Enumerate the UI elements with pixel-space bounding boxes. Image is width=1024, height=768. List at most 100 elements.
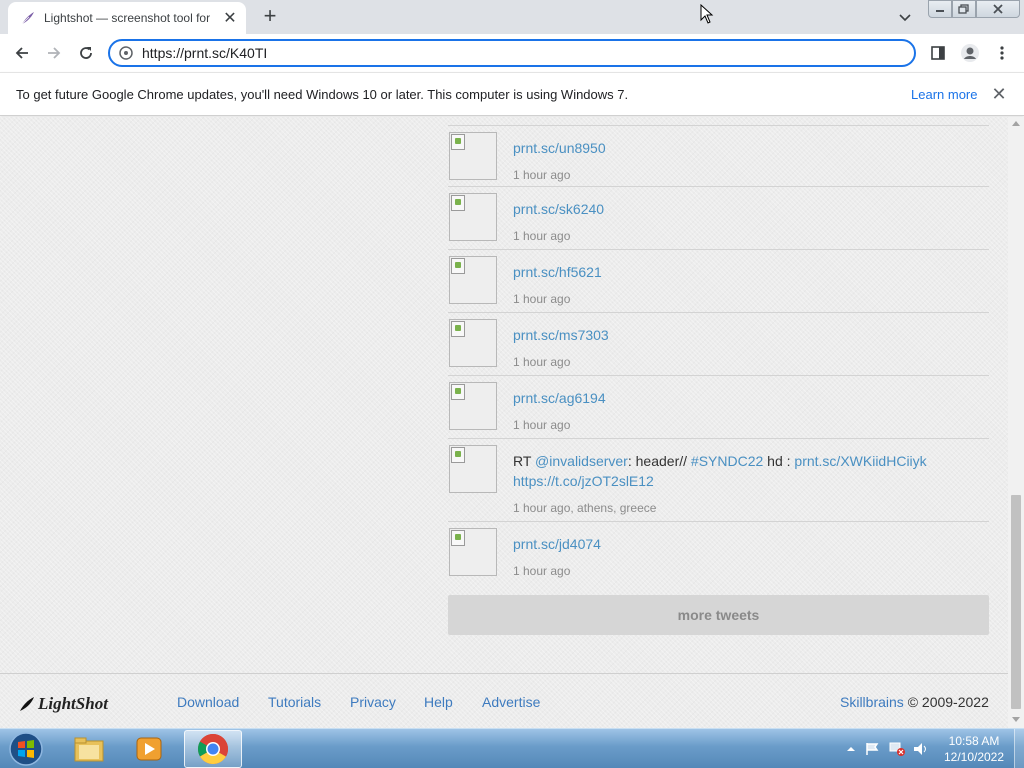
page-footer: LightShot Download Tutorials Privacy Hel… (0, 673, 1008, 728)
learn-more-link[interactable]: Learn more (911, 87, 977, 102)
tweet-item: RT @invalidserver: header// #SYNDC22 hd … (448, 439, 989, 522)
tweet-text-part: : header// (627, 453, 691, 469)
screenshot-link[interactable]: prnt.sc/ms7303 (513, 325, 983, 345)
avatar (449, 319, 497, 367)
chrome-icon (197, 734, 229, 765)
avatar (449, 132, 497, 180)
timestamp: 1 hour ago (513, 355, 571, 369)
arrow-left-icon (15, 47, 28, 59)
reload-button[interactable] (74, 41, 98, 65)
footer-link-privacy[interactable]: Privacy (350, 694, 396, 710)
list-item: prnt.sc/ag6194 1 hour ago (448, 376, 989, 439)
folder-icon (74, 737, 104, 762)
more-tweets-button[interactable]: more tweets (448, 595, 989, 635)
close-tab-icon[interactable]: ✕ (222, 10, 238, 27)
browser-toolbar (0, 34, 1024, 72)
copyright: Skillbrains © 2009-2022 (840, 694, 989, 710)
start-button[interactable] (6, 730, 46, 768)
minimize-icon (936, 10, 944, 12)
footer-link-tutorials[interactable]: Tutorials (268, 694, 321, 710)
tweet-text: RT @invalidserver: header// #SYNDC22 hd … (513, 451, 983, 491)
profile-avatar-icon (961, 44, 979, 62)
timestamp: 1 hour ago (513, 168, 571, 182)
system-tray (846, 729, 930, 768)
copyright-years: © 2009-2022 (903, 694, 989, 710)
scroll-up-arrow-icon[interactable] (1012, 121, 1020, 126)
taskbar-media-player[interactable] (120, 730, 178, 768)
avatar (449, 445, 497, 493)
windows-taskbar: 10:58 AM 12/10/2022 (0, 728, 1024, 768)
footer-link-download[interactable]: Download (177, 694, 239, 710)
page-viewport: prnt.sc/un8950 1 hour ago prnt.sc/sk6240… (0, 117, 1008, 728)
chevron-down-icon[interactable] (893, 8, 917, 28)
mouse-cursor-icon (700, 4, 714, 24)
more-vertical-icon (1000, 46, 1004, 60)
forward-button[interactable] (42, 41, 66, 65)
show-hidden-icons-icon[interactable] (846, 744, 856, 754)
list-item: prnt.sc/sk6240 1 hour ago (448, 187, 989, 250)
hashtag-link[interactable]: #SYNDC22 (691, 453, 763, 469)
taskbar-clock[interactable]: 10:58 AM 12/10/2022 (938, 733, 1010, 765)
scroll-down-arrow-icon[interactable] (1012, 717, 1020, 722)
new-tab-plus-icon[interactable]: + (258, 3, 282, 28)
side-panel-button[interactable] (926, 41, 950, 65)
screenshot-link[interactable]: prnt.sc/jd4074 (513, 534, 983, 554)
broken-image-icon (451, 384, 465, 400)
arrow-right-icon (48, 47, 61, 59)
broken-image-icon (451, 321, 465, 337)
infobar-message: To get future Google Chrome updates, you… (16, 87, 629, 102)
avatar (449, 193, 497, 241)
windows-start-orb-icon (9, 732, 43, 766)
scrollbar-thumb[interactable] (1011, 495, 1021, 709)
back-button[interactable] (10, 41, 34, 65)
tab-strip: Lightshot — screenshot tool for Mac & Wi… (0, 0, 1024, 34)
page-scrollbar[interactable] (1008, 117, 1024, 728)
volume-icon[interactable] (912, 741, 930, 757)
browser-tab[interactable]: Lightshot — screenshot tool for Mac & Wi… (8, 2, 246, 34)
footer-link-help[interactable]: Help (424, 694, 453, 710)
list-item: prnt.sc/hf5621 1 hour ago (448, 250, 989, 313)
screenshot-link[interactable]: prnt.sc/un8950 (513, 138, 983, 158)
tweet-prefix: RT (513, 453, 536, 469)
show-desktop-button[interactable] (1014, 729, 1024, 768)
avatar (449, 382, 497, 430)
close-window-button[interactable] (976, 0, 1020, 18)
update-infobar: To get future Google Chrome updates, you… (0, 72, 1024, 116)
side-panel-icon (931, 46, 945, 60)
site-info-icon[interactable] (118, 45, 134, 61)
url-input[interactable] (142, 45, 882, 61)
footer-link-advertise[interactable]: Advertise (482, 694, 540, 710)
screenshot-link[interactable]: prnt.sc/XWKiidHCiiyk (794, 453, 926, 469)
avatar (449, 256, 497, 304)
screenshot-link[interactable]: prnt.sc/hf5621 (513, 262, 983, 282)
action-center-flag-icon[interactable] (864, 741, 882, 757)
logo-text: LightShot (38, 694, 108, 713)
lightshot-logo[interactable]: LightShot (19, 694, 108, 714)
profile-button[interactable] (958, 41, 982, 65)
mention-link[interactable]: @invalidserver (535, 453, 628, 469)
restore-button[interactable] (952, 0, 976, 18)
address-bar[interactable] (108, 39, 916, 67)
broken-image-icon (451, 134, 465, 150)
screenshot-link[interactable]: prnt.sc/sk6240 (513, 199, 983, 219)
minimize-button[interactable] (928, 0, 952, 18)
list-item: prnt.sc/jd4074 1 hour ago (448, 522, 989, 582)
broken-image-icon (451, 195, 465, 211)
skillbrains-link[interactable]: Skillbrains (840, 694, 904, 710)
network-error-icon[interactable] (888, 741, 906, 757)
timestamp: 1 hour ago, athens, greece (513, 501, 657, 515)
taskbar-chrome[interactable] (184, 730, 242, 768)
tweet-text-part: hd : (763, 453, 795, 469)
close-infobar-icon[interactable]: ✕ (990, 84, 1008, 104)
feather-logo-icon (20, 697, 34, 711)
broken-image-icon (451, 530, 465, 546)
clock-date: 12/10/2022 (943, 750, 1005, 764)
timestamp: 1 hour ago (513, 564, 571, 578)
screenshot-link[interactable]: prnt.sc/ag6194 (513, 388, 983, 408)
taskbar-explorer[interactable] (60, 730, 118, 768)
tab-title: Lightshot — screenshot tool for Mac & Wi… (44, 11, 214, 25)
timestamp: 1 hour ago (513, 292, 571, 306)
reload-icon (80, 47, 92, 59)
tco-link[interactable]: https://t.co/jzOT2slE12 (513, 473, 654, 489)
chrome-menu-button[interactable] (990, 41, 1014, 65)
